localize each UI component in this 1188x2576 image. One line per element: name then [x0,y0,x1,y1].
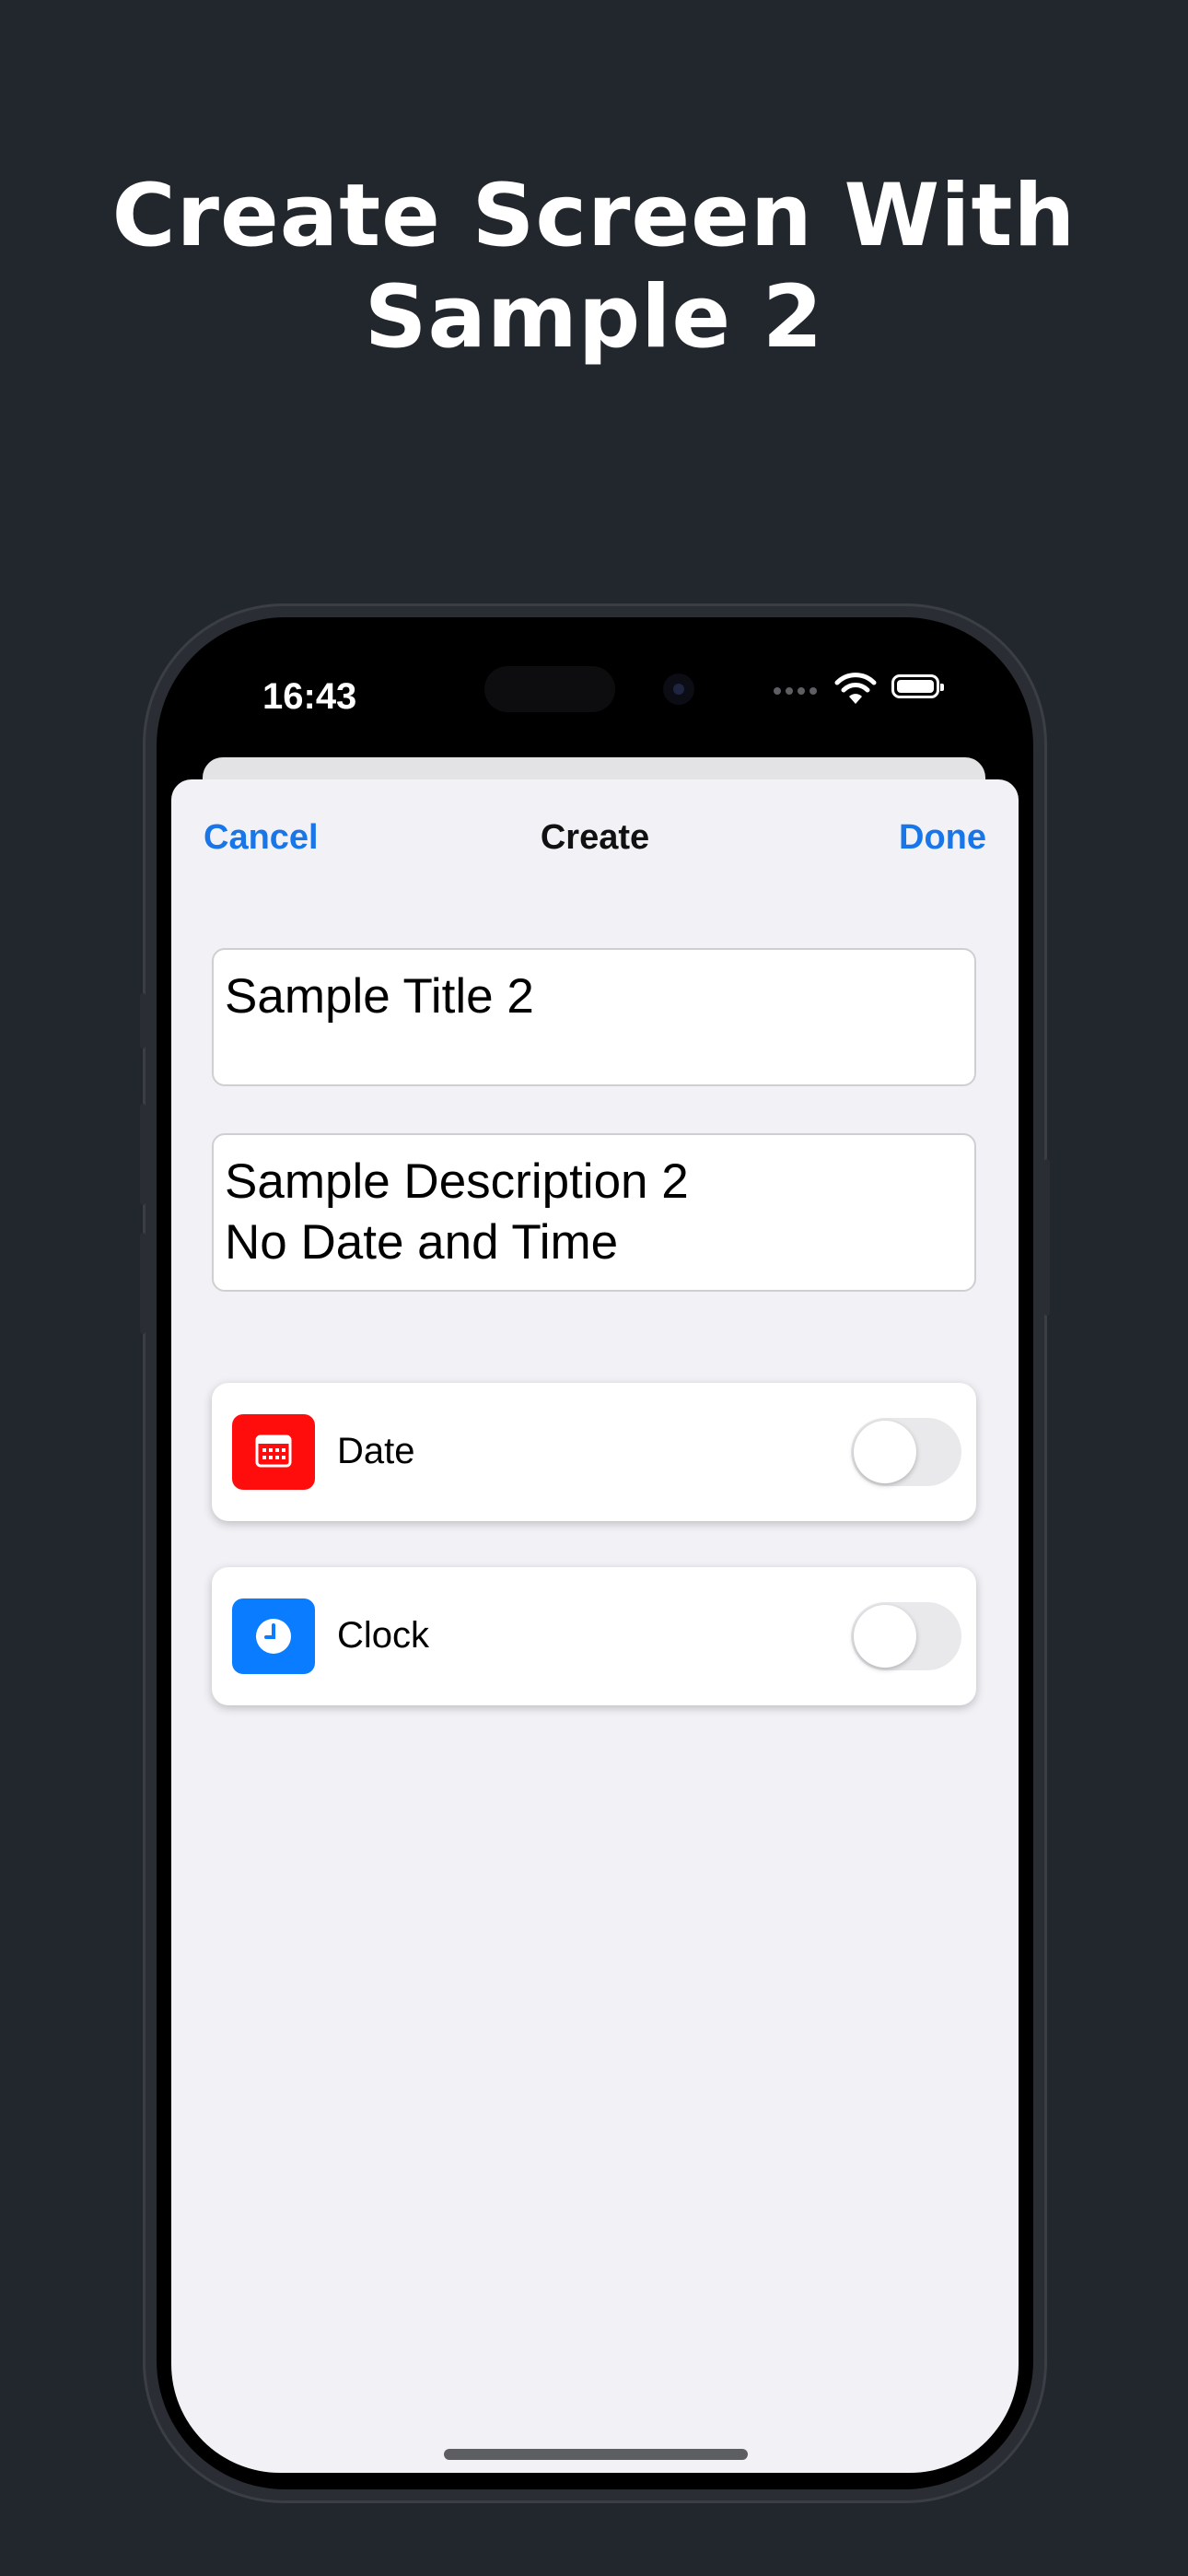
date-option-label: Date [337,1431,415,1471]
status-bar: 16:43 [166,626,1024,737]
clock-toggle-knob [854,1605,916,1668]
headline-line-1: Create Screen With [111,166,1077,266]
status-time: 16:43 [262,676,357,717]
done-button[interactable]: Done [899,818,986,858]
page-title: Create [540,818,650,857]
title-field[interactable]: Sample Title 2 [212,948,976,1086]
volume-up-button [140,1104,146,1205]
volume-down-button [140,1233,146,1334]
title-field-value: Sample Title 2 [225,969,534,1024]
headline-line-2: Sample 2 [364,267,824,368]
date-toggle[interactable] [851,1418,961,1486]
date-option-row: Date [212,1383,976,1521]
side-button [140,993,146,1048]
headline: Create Screen With Sample 2 [0,166,1188,369]
clock-option-row: Clock [212,1567,976,1705]
battery-icon [891,674,944,698]
camera-icon [663,673,694,705]
power-button [1044,1159,1050,1316]
create-sheet: Cancel Create Done Sample Title 2 Sample… [171,779,1019,2473]
signal-dots-icon [774,687,818,697]
description-field[interactable]: Sample Description 2 No Date and Time [212,1133,976,1292]
description-line-2: No Date and Time [225,1215,619,1270]
home-indicator [444,2449,748,2460]
dynamic-island [484,666,615,712]
clock-toggle[interactable] [851,1602,961,1670]
date-toggle-knob [854,1421,916,1483]
clock-icon [232,1598,315,1674]
wifi-icon [834,673,877,704]
calendar-icon [232,1414,315,1490]
description-line-1: Sample Description 2 [225,1154,689,1209]
clock-option-label: Clock [337,1615,430,1656]
navigation-bar: Cancel Create Done [171,779,1019,899]
